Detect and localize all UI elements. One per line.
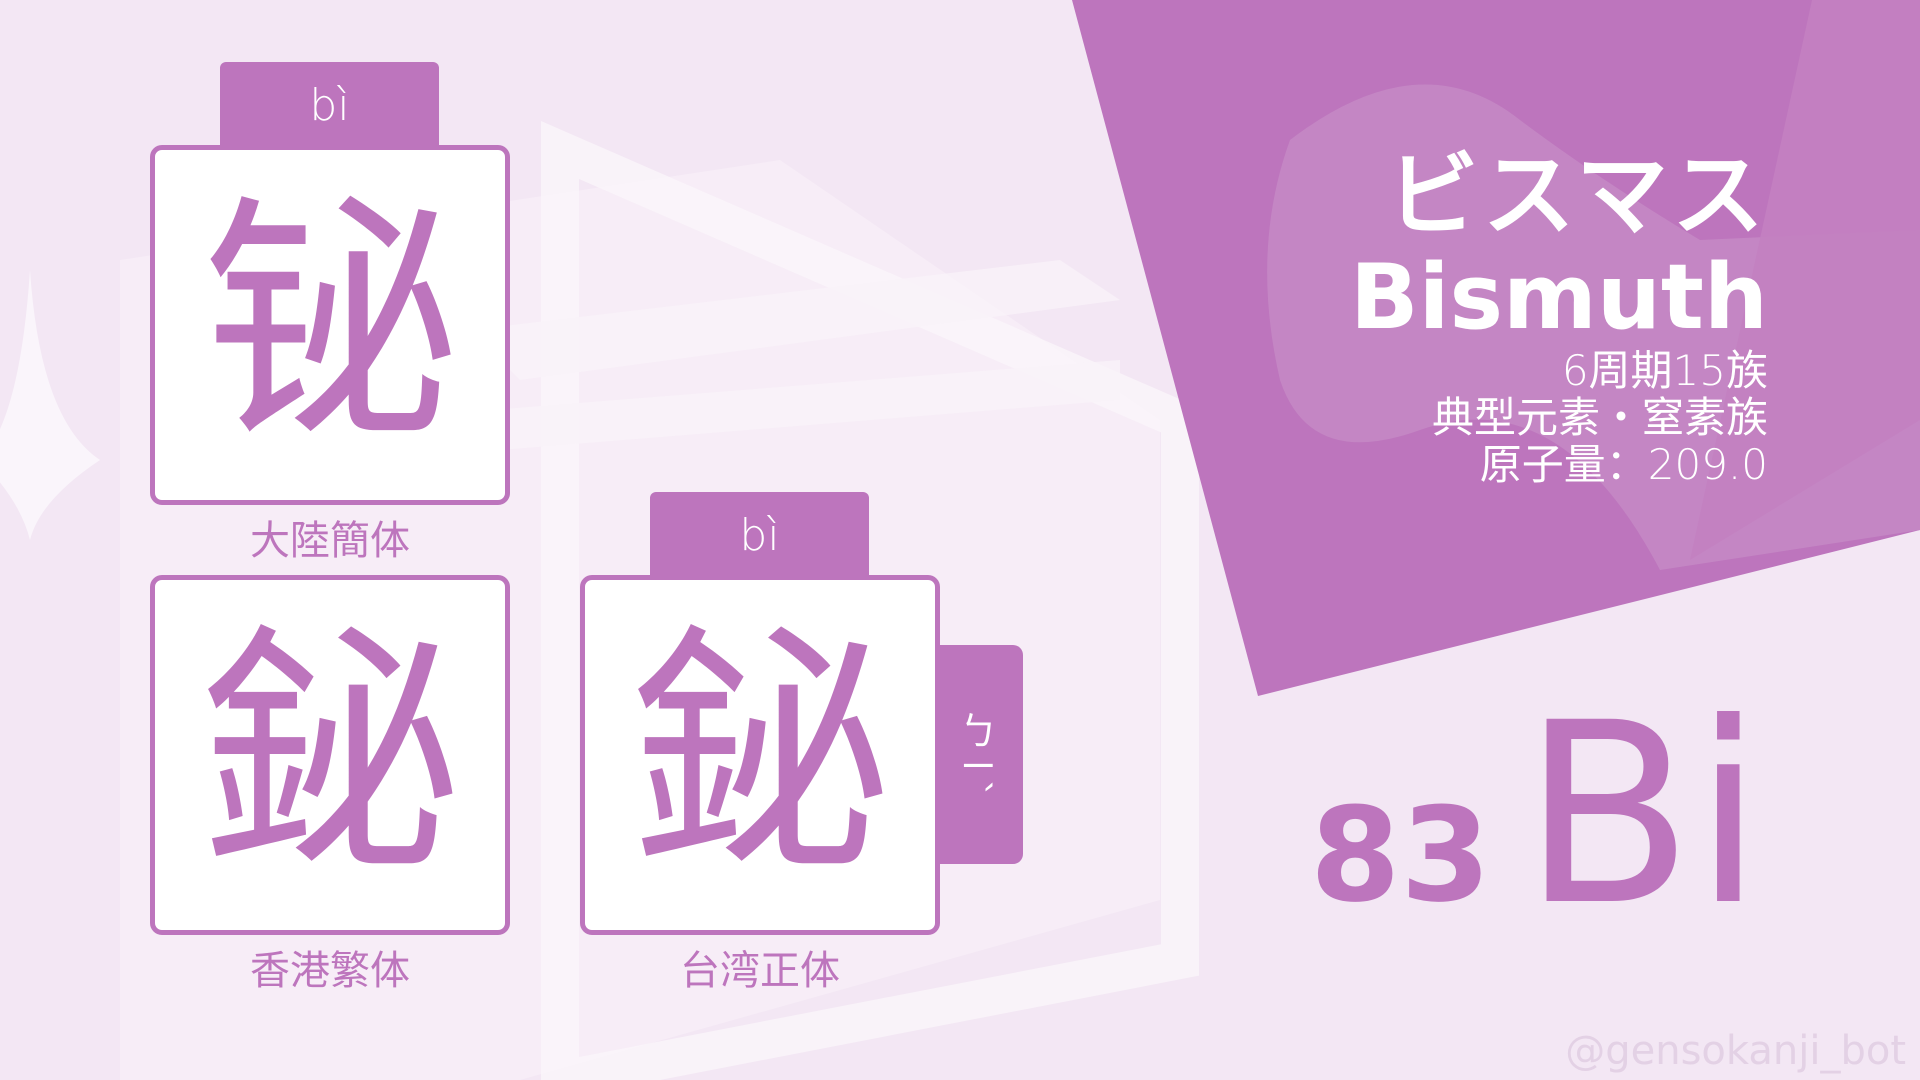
kanji-simplified: 铋 bbox=[200, 174, 460, 476]
element-info: ビスマス Bismuth 6周期15族 典型元素・窒素族 原子量：209.0 bbox=[1208, 142, 1768, 490]
kanji-card-simplified: 铋 bbox=[150, 145, 510, 505]
atomic-weight: 原子量：209.0 bbox=[1479, 440, 1768, 490]
label-hongkong: 香港繁体 bbox=[250, 948, 410, 994]
watermark: @gensokanji_bot bbox=[1565, 1028, 1906, 1074]
kanji-hongkong: 鉍 bbox=[200, 604, 460, 906]
pinyin-simplified: bì bbox=[309, 80, 350, 131]
pinyin-tab-taiwan: bì bbox=[650, 492, 869, 582]
bopomofo-taiwan: ㄅㄧˋ bbox=[953, 710, 997, 799]
kanji-taiwan: 鉍 bbox=[630, 604, 890, 906]
element-symbol: Bi bbox=[1522, 669, 1763, 960]
atomic-number: 83 bbox=[1310, 779, 1491, 931]
element-name-japanese: ビスマス bbox=[1386, 142, 1768, 249]
label-simplified: 大陸簡体 bbox=[250, 518, 410, 564]
element-name-english: Bismuth bbox=[1350, 245, 1768, 350]
element-category: 典型元素・窒素族 bbox=[1431, 393, 1768, 443]
period-group: 6周期15族 bbox=[1561, 346, 1768, 395]
label-taiwan: 台湾正体 bbox=[680, 948, 840, 994]
kanji-card-taiwan: 鉍 bbox=[580, 575, 940, 935]
pinyin-taiwan: bì bbox=[739, 510, 780, 561]
kanji-card-hongkong: 鉍 bbox=[150, 575, 510, 935]
pinyin-tab-simplified: bì bbox=[220, 62, 439, 152]
